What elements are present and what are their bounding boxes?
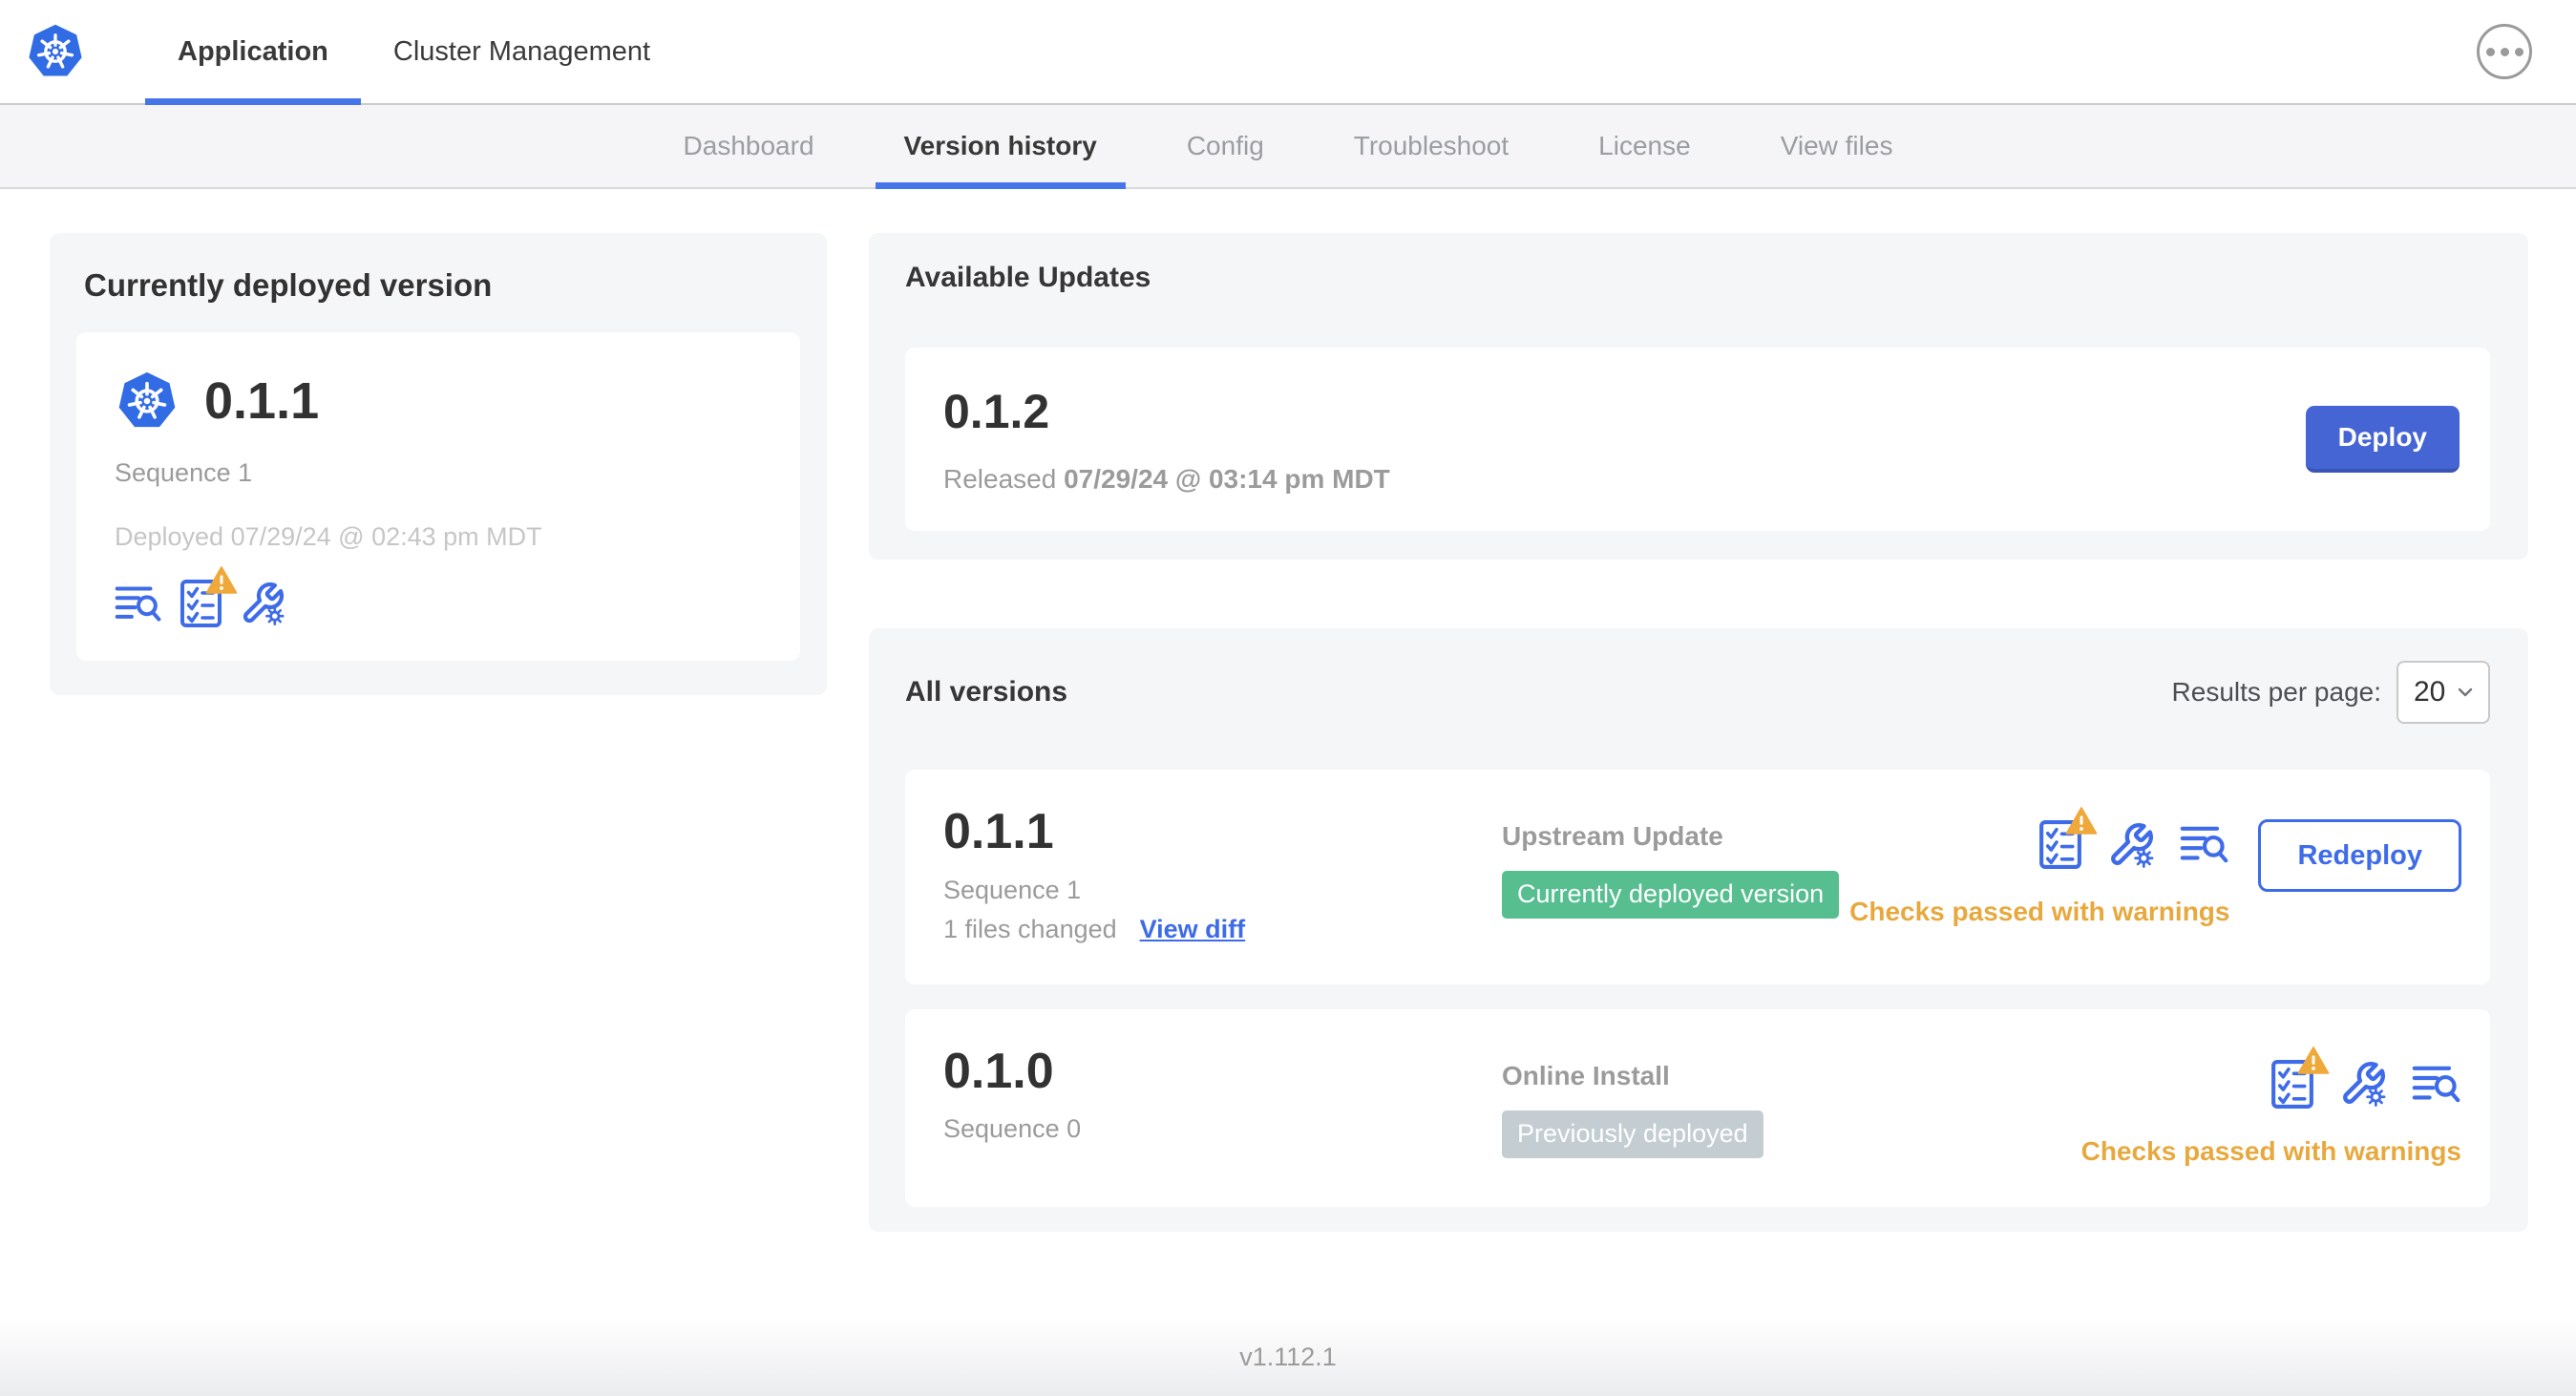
version-row-info: 0.1.1 Sequence 1 1 files changed View di… [943, 806, 1502, 944]
app-footer: v1.112.1 [0, 1318, 2576, 1396]
current-version-column: Currently deployed version 0.1.1 Sequenc… [50, 233, 827, 695]
row-source-label: Upstream Update [1502, 821, 1723, 851]
subtab-version-history[interactable]: Version history [875, 105, 1127, 189]
versions-column: Available Updates 0.1.2 Released 07/29/2… [869, 233, 2528, 1232]
preflight-checks-warning-icon[interactable] [2270, 1059, 2314, 1110]
logs-icon[interactable] [2180, 824, 2229, 865]
subtab-license[interactable]: License [1570, 105, 1720, 187]
available-update-card: 0.1.2 Released 07/29/24 @ 03:14 pm MDT D… [905, 348, 2490, 531]
tab-cluster-management-label: Cluster Management [392, 35, 651, 67]
console-version-text: v1.112.1 [1239, 1342, 1337, 1371]
row-sequence: Sequence 1 [943, 875, 1082, 904]
kubernetes-app-icon [115, 369, 179, 434]
available-updates-title: Available Updates [905, 262, 1151, 293]
row-source-label: Online Install [1502, 1060, 1670, 1090]
logs-icon[interactable] [115, 584, 162, 624]
preflight-checks-warning-icon[interactable] [2038, 819, 2082, 870]
config-wrench-icon[interactable] [240, 581, 285, 626]
subtab-dashboard[interactable]: Dashboard [655, 105, 843, 187]
subtab-troubleshoot[interactable]: Troubleshoot [1325, 105, 1537, 187]
config-wrench-icon[interactable] [2107, 821, 2155, 869]
ellipsis-dot [2514, 47, 2523, 56]
main-content: Currently deployed version 0.1.1 Sequenc… [0, 189, 2576, 1318]
preflight-status-text: Checks passed with warnings [2080, 1135, 2461, 1166]
results-per-page-value: 20 [2414, 676, 2446, 708]
subtab-config-label: Config [1186, 131, 1264, 160]
currently-deployed-title: Currently deployed version [84, 267, 493, 303]
update-version-number: 0.1.2 [943, 385, 1050, 438]
all-versions-section: All versions Results per page: 20 0.1.1 [869, 628, 2528, 1232]
version-row-actions: Checks passed with warnings [2081, 1046, 2461, 1167]
subtab-config[interactable]: Config [1158, 105, 1293, 187]
row-action-icons [2038, 819, 2229, 870]
subtab-dashboard-label: Dashboard [683, 131, 814, 160]
version-row-0-1-0: 0.1.0 Sequence 0 Online Install Previous… [905, 1008, 2490, 1207]
chevron-down-icon [2454, 681, 2477, 704]
warning-triangle-icon [205, 565, 238, 595]
ellipsis-dot [2485, 47, 2495, 56]
subtab-troubleshoot-label: Troubleshoot [1353, 131, 1510, 160]
all-versions-title: All versions [905, 676, 1068, 708]
available-updates-section: Available Updates 0.1.2 Released 07/29/2… [869, 233, 2528, 560]
version-row-source: Upstream Update Currently deployed versi… [1502, 806, 1849, 919]
released-prefix: Released [943, 464, 1057, 494]
all-versions-header: All versions Results per page: 20 [905, 661, 2490, 724]
top-tabs: Application Cluster Management [145, 0, 683, 105]
update-released-line: Released 07/29/24 @ 03:14 pm MDT [943, 464, 1390, 495]
config-wrench-icon[interactable] [2339, 1060, 2387, 1108]
checks-column: Checks passed with warnings [1849, 819, 2230, 927]
currently-deployed-section: Currently deployed version 0.1.1 Sequenc… [50, 233, 827, 695]
deployed-version-number: 0.1.1 [204, 372, 320, 430]
checks-column: Checks passed with warnings [2081, 1059, 2461, 1167]
deploy-button[interactable]: Deploy [2305, 406, 2460, 473]
results-per-page-group: Results per page: 20 [2172, 661, 2490, 724]
deployed-sequence: Sequence 1 [115, 458, 253, 487]
results-per-page-label: Results per page: [2171, 677, 2381, 707]
row-version-number: 0.1.0 [943, 1043, 1054, 1099]
row-files-changed: 1 files changed View diff [943, 915, 1502, 944]
warning-triangle-icon [2065, 806, 2098, 835]
kubernetes-logo-icon [25, 21, 86, 82]
tab-cluster-management[interactable]: Cluster Management [361, 0, 683, 103]
deployed-timestamp: Deployed 07/29/24 @ 02:43 pm MDT [115, 522, 542, 551]
version-row-info: 0.1.0 Sequence 0 [943, 1043, 1502, 1145]
row-version-number: 0.1.1 [943, 804, 1054, 859]
app-subnav: Dashboard Version history Config Trouble… [0, 105, 2576, 189]
subtab-view-files-label: View files [1780, 131, 1893, 160]
subtab-view-files[interactable]: View files [1752, 105, 1922, 187]
preflight-checks-warning-icon[interactable] [179, 579, 222, 628]
logs-icon[interactable] [2412, 1064, 2461, 1105]
warning-triangle-icon [2297, 1046, 2330, 1075]
released-date: 07/29/24 @ 03:14 pm MDT [1064, 464, 1390, 494]
subtab-version-history-label: Version history [903, 131, 1097, 160]
currently-deployed-card: 0.1.1 Sequence 1 Deployed 07/29/24 @ 02:… [76, 332, 800, 661]
view-diff-link[interactable]: View diff [1140, 915, 1246, 944]
ellipsis-menu-button[interactable] [2477, 24, 2532, 79]
version-rows: 0.1.1 Sequence 1 1 files changed View di… [905, 770, 2490, 1207]
row-action-icons [2270, 1059, 2461, 1110]
preflight-status-text: Checks passed with warnings [1849, 897, 2230, 926]
version-row-source: Online Install Previously deployed [1502, 1046, 2081, 1158]
version-row-actions: Checks passed with warnings Redeploy [1849, 806, 2461, 927]
tab-application[interactable]: Application [145, 0, 361, 105]
currently-deployed-badge: Currently deployed version [1502, 871, 1840, 919]
previously-deployed-badge: Previously deployed [1502, 1110, 1763, 1158]
app-screen: Application Cluster Management Dashboard… [0, 0, 2576, 1396]
subtab-license-label: License [1598, 131, 1691, 160]
ellipsis-dot [2500, 47, 2509, 56]
deployed-header: 0.1.1 [115, 369, 762, 434]
tab-application-label: Application [178, 35, 328, 67]
redeploy-button[interactable]: Redeploy [2258, 819, 2461, 892]
results-per-page-select[interactable]: 20 [2397, 661, 2490, 724]
deployed-actions [115, 579, 762, 628]
version-row-0-1-1: 0.1.1 Sequence 1 1 files changed View di… [905, 770, 2490, 984]
available-update-info: 0.1.2 Released 07/29/24 @ 03:14 pm MDT [943, 384, 1390, 495]
top-navbar: Application Cluster Management [0, 0, 2576, 105]
files-changed-text: 1 files changed [943, 914, 1117, 943]
row-sequence: Sequence 0 [943, 1114, 1082, 1144]
